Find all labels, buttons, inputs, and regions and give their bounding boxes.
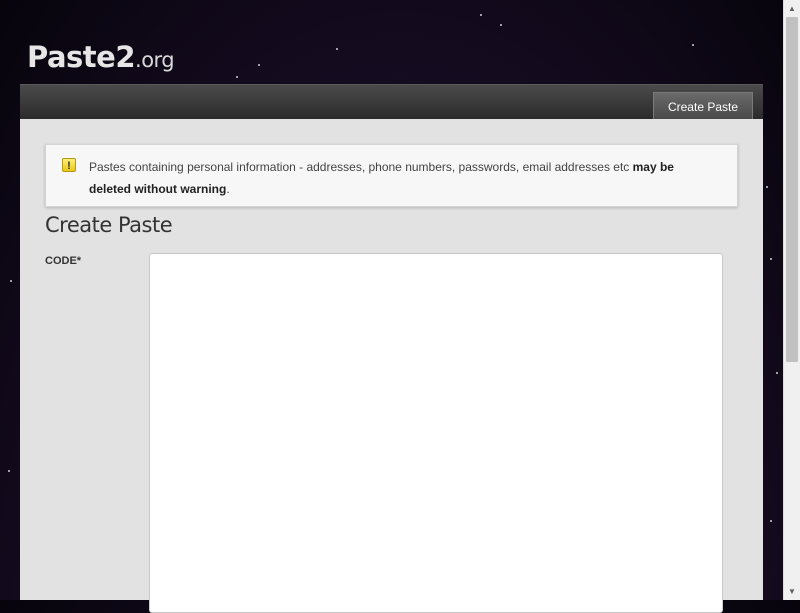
scroll-down-arrow-icon[interactable]: ▼ [784,583,800,600]
code-label: CODE* [45,255,82,267]
vertical-scrollbar[interactable]: ▲ ▼ [783,0,800,600]
logo-main-text: Paste2 [27,40,136,74]
logo-tld-text: .org [135,48,175,72]
scroll-up-arrow-icon[interactable]: ▲ [784,0,800,17]
top-nav-bar: Create Paste [20,84,763,120]
main-content: ! Pastes containing personal information… [20,119,763,613]
notice-text: Pastes containing personal information -… [89,156,719,200]
notice-body: Pastes containing personal information -… [89,160,633,174]
scroll-thumb[interactable] [786,17,798,362]
code-textarea[interactable] [149,253,723,613]
warning-icon: ! [62,158,76,172]
notice-suffix: . [226,182,230,196]
privacy-notice: ! Pastes containing personal information… [45,144,738,207]
site-logo[interactable]: Paste2.org [27,40,175,74]
page-title: Create Paste [45,213,173,237]
create-paste-button[interactable]: Create Paste [653,92,753,120]
